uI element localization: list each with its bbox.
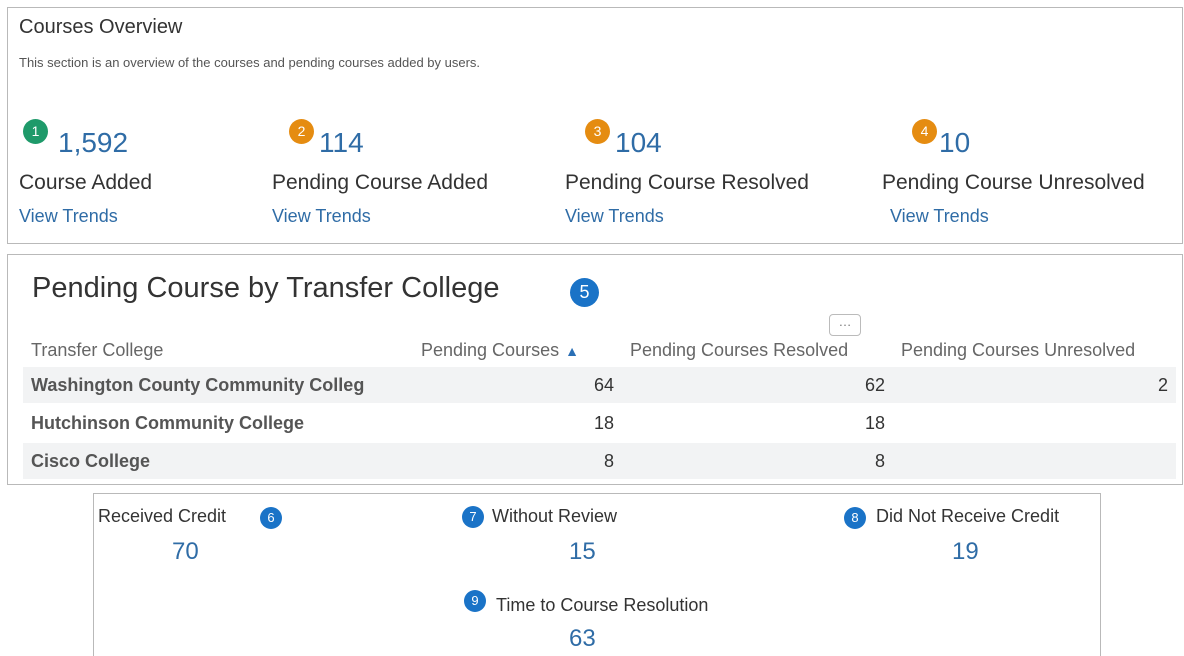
- pending-course-panel: Pending Course by Transfer College 5 … T…: [7, 254, 1183, 485]
- pending-courses-cell: 8: [413, 441, 622, 479]
- view-trends-link[interactable]: View Trends: [890, 206, 989, 227]
- step-badge: 5: [570, 278, 599, 307]
- column-header-transfer-college[interactable]: Transfer College: [23, 335, 413, 366]
- step-badge: 8: [844, 507, 866, 529]
- view-trends-link[interactable]: View Trends: [272, 206, 371, 227]
- step-badge: 2: [289, 119, 314, 144]
- pending-courses-cell: 18: [413, 403, 622, 442]
- time-to-resolution-value: 63: [569, 625, 596, 652]
- stat-label: Course Added: [19, 171, 153, 194]
- did-not-receive-credit-value: 19: [952, 538, 979, 565]
- table-header-row: Transfer College Pending Courses ▲︎ Pendi…: [23, 335, 1176, 366]
- stat-value: 104: [615, 127, 662, 158]
- table-row[interactable]: Washington County Community Colleg 64 62…: [23, 365, 1176, 404]
- received-credit-value: 70: [172, 538, 199, 565]
- pending-courses-cell: 64: [413, 365, 622, 404]
- unresolved-cell: [893, 403, 1176, 442]
- more-options-button[interactable]: …: [829, 314, 861, 336]
- stat-value: 10: [939, 127, 971, 158]
- unresolved-cell: 2: [893, 365, 1176, 404]
- courses-overview-panel: Courses Overview This section is an over…: [7, 7, 1183, 244]
- step-badge: 4: [912, 119, 937, 144]
- column-header-pending-courses-unresolved[interactable]: Pending Courses Unresolved: [893, 335, 1176, 366]
- step-badge: 6: [260, 507, 282, 529]
- college-name: Hutchinson Community College: [23, 403, 413, 442]
- view-trends-link[interactable]: View Trends: [19, 206, 118, 227]
- without-review-label: Without Review: [492, 506, 618, 526]
- resolved-cell: 62: [622, 365, 893, 404]
- stat-label: Pending Course Added: [272, 171, 488, 194]
- table-row[interactable]: Cisco College 8 8: [23, 441, 1176, 479]
- unresolved-cell: [893, 441, 1176, 479]
- overview-title: Courses Overview: [19, 16, 183, 38]
- panel-title: Pending Course by Transfer College: [32, 272, 500, 304]
- time-to-resolution-label: Time to Course Resolution: [496, 595, 709, 615]
- view-trends-link[interactable]: View Trends: [565, 206, 664, 227]
- college-name: Washington County Community Colleg: [23, 365, 413, 404]
- stat-label: Pending Course Unresolved: [882, 171, 1145, 194]
- without-review-value: 15: [569, 538, 596, 565]
- column-header-pending-courses[interactable]: Pending Courses ▲︎: [413, 335, 622, 366]
- transfer-college-table: Transfer College Pending Courses ▲︎ Pendi…: [23, 335, 1176, 479]
- step-badge: 9: [464, 590, 486, 612]
- column-header-pending-courses-resolved[interactable]: Pending Courses Resolved: [622, 335, 893, 366]
- resolved-cell: 8: [622, 441, 893, 479]
- college-name: Cisco College: [23, 441, 413, 479]
- step-badge: 7: [462, 506, 484, 528]
- stat-value: 114: [319, 127, 364, 158]
- resolved-cell: 18: [622, 403, 893, 442]
- step-badge: 3: [585, 119, 610, 144]
- table-row[interactable]: Hutchinson Community College 18 18: [23, 403, 1176, 442]
- received-credit-label: Received Credit: [98, 506, 227, 526]
- overview-subtitle: This section is an overview of the cours…: [19, 55, 481, 70]
- stat-label: Pending Course Resolved: [565, 171, 809, 194]
- sort-icon[interactable]: ▲︎: [565, 343, 579, 359]
- step-badge: 1: [23, 119, 48, 144]
- credit-metrics-panel: Received Credit 6 70 7 Without Review 15…: [93, 493, 1101, 656]
- did-not-receive-credit-label: Did Not Receive Credit: [876, 506, 1060, 526]
- stat-value: 1,592: [58, 127, 129, 158]
